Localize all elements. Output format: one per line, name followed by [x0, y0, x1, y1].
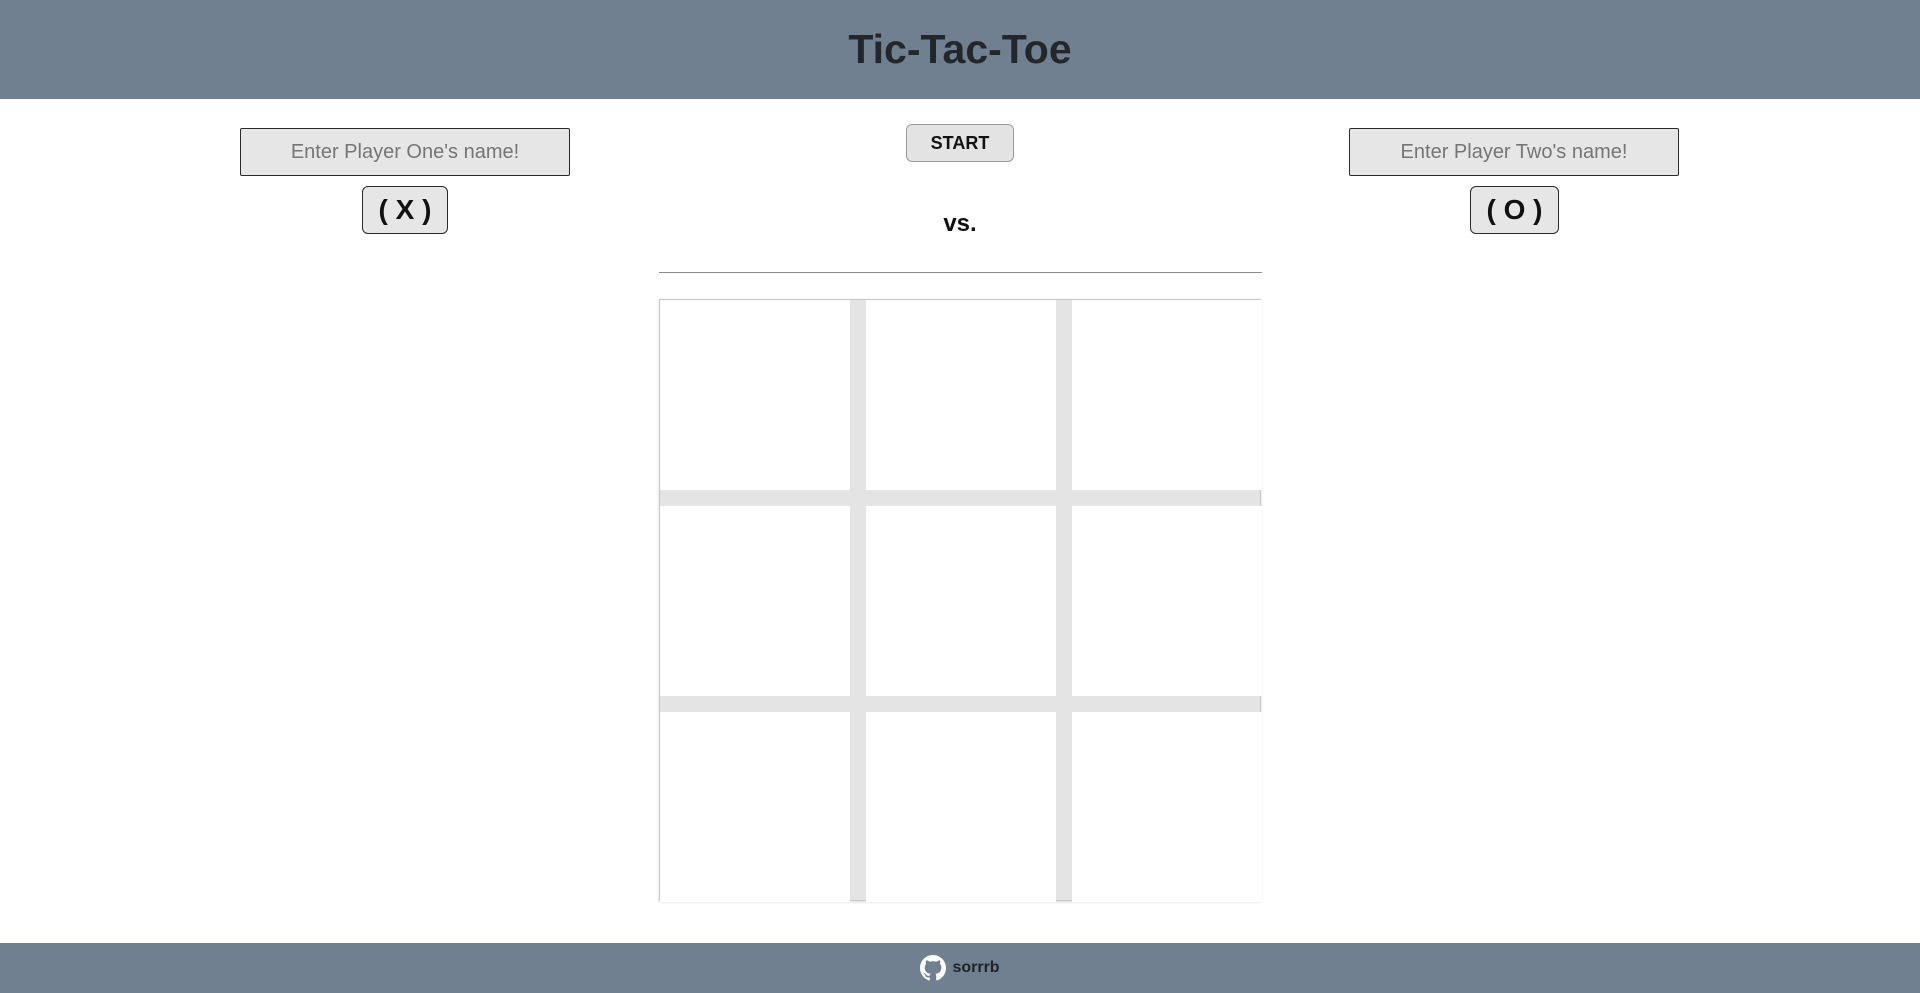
github-username: sorrrb: [952, 959, 1000, 976]
board-cell-7[interactable]: [660, 712, 850, 902]
board-cell-2[interactable]: [866, 300, 1056, 490]
footer: sorrrb: [0, 943, 1920, 993]
player-two-name-input[interactable]: [1349, 128, 1679, 176]
start-button[interactable]: START: [906, 124, 1014, 162]
page-title: Tic-Tac-Toe: [848, 26, 1072, 72]
player-one-name-input[interactable]: [240, 128, 570, 176]
github-profile-link[interactable]: sorrrb: [920, 955, 1000, 981]
board-cell-5[interactable]: [866, 506, 1056, 696]
board-cell-8[interactable]: [866, 712, 1056, 902]
board-cell-9[interactable]: [1072, 712, 1262, 902]
board-cell-1[interactable]: [660, 300, 850, 490]
board-cell-6[interactable]: [1072, 506, 1262, 696]
header: Tic-Tac-Toe: [0, 0, 1920, 99]
board-cell-4[interactable]: [660, 506, 850, 696]
github-icon: [920, 955, 947, 981]
versus-label: vs.: [943, 210, 977, 237]
game-board: [659, 299, 1262, 902]
player-two-mark-button[interactable]: ( O ): [1470, 186, 1559, 234]
divider: [659, 272, 1262, 273]
player-one-mark-button[interactable]: ( X ): [362, 186, 448, 234]
board-cell-3[interactable]: [1072, 300, 1262, 490]
